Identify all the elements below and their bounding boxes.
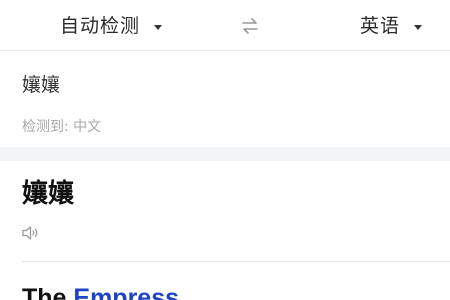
divider xyxy=(22,261,450,262)
detected-language-label: 检测到: 中文 xyxy=(22,119,102,135)
translation-word-link[interactable]: Empress xyxy=(73,284,179,300)
language-bar: 自动检测 英语 xyxy=(0,0,450,50)
swap-languages-button[interactable] xyxy=(239,15,261,37)
source-language-select[interactable]: 自动检测 xyxy=(60,12,163,40)
result-panel: 孃孃 The Empress xyxy=(0,161,450,300)
caret-down-icon xyxy=(414,24,423,30)
target-language-label: 英语 xyxy=(360,15,401,37)
caret-down-icon xyxy=(154,24,163,30)
section-separator xyxy=(0,147,450,161)
speaker-icon xyxy=(22,226,38,240)
source-input-area[interactable]: 孃孃 检测到: 中文 xyxy=(0,51,450,147)
translator-app: 自动检测 英语 孃孃 检测到: 中文 孃孃 The Empress xyxy=(0,0,450,300)
source-language-label: 自动检测 xyxy=(60,15,141,37)
source-text[interactable]: 孃孃 xyxy=(22,73,60,97)
translation-text: The Empress xyxy=(22,282,179,300)
translation-word: The xyxy=(22,284,74,300)
swap-arrows-icon xyxy=(242,18,258,34)
target-language-select[interactable]: 英语 xyxy=(360,12,423,40)
play-audio-button[interactable] xyxy=(21,224,41,242)
result-headword: 孃孃 xyxy=(22,179,75,209)
